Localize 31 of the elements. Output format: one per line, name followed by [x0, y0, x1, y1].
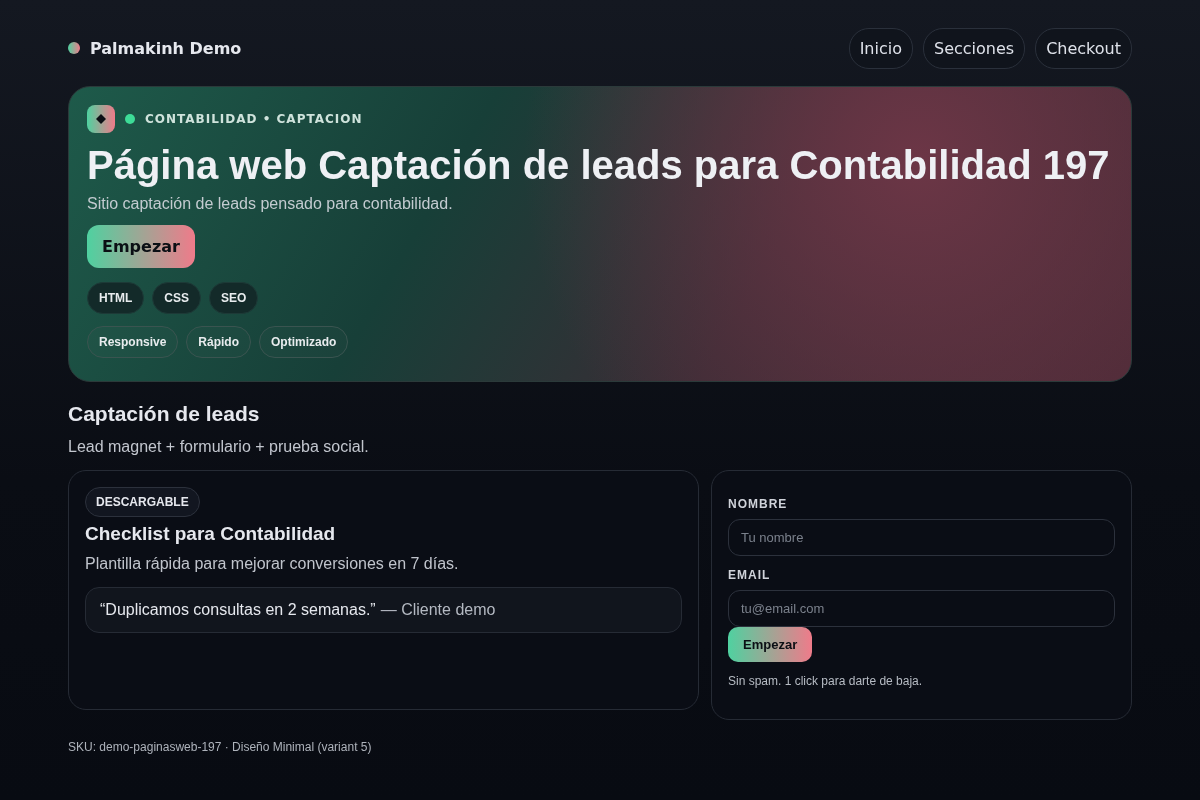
category-label: CONTABILIDAD • CAPTACION: [145, 112, 363, 126]
testimonial-author: — Cliente demo: [380, 601, 496, 619]
offer-description: Plantilla rápida para mejorar conversiones en 7 días.: [85, 555, 460, 573]
start-button[interactable]: Empezar: [87, 225, 195, 268]
feature-tag: Responsive: [87, 326, 179, 358]
tech-tag: CSS: [152, 282, 201, 314]
tech-tag: SEO: [209, 282, 259, 314]
nav-link[interactable]: Secciones: [923, 27, 1026, 69]
status-dot: [125, 114, 135, 124]
field-label: EMAIL: [728, 568, 771, 582]
offer-badge: DESCARGABLE: [85, 487, 200, 517]
input-field[interactable]: Tu nombre: [728, 519, 1115, 556]
section-title: Captación de leads: [68, 402, 261, 426]
hero-title: Página web Captación de leads para Contabilidad 197: [87, 142, 1111, 189]
field-label: NOMBRE: [728, 497, 788, 511]
offer-title: Checklist para Contabilidad: [85, 523, 337, 545]
testimonial-quote: “Duplicamos consultas en 2 semanas.”: [100, 601, 376, 619]
feature-tag: Optimizado: [259, 326, 349, 358]
input-field[interactable]: tu@email.com: [728, 590, 1115, 627]
feature-tag: Rápido: [186, 326, 252, 358]
submit-button[interactable]: Empezar: [728, 627, 813, 662]
logo-dot: [68, 42, 80, 54]
brand-name: Palmakinh Demo: [90, 38, 242, 58]
hero-subtitle: Sitio captación de leads pensado para contabilidad.: [87, 195, 454, 213]
section-subtitle: Lead magnet + formulario + prueba social.: [68, 438, 370, 456]
nav-link[interactable]: Checkout: [1035, 27, 1132, 69]
footer-text: SKU: demo-paginasweb-197 · Diseño Minimal (variant 5): [68, 740, 373, 754]
form-note: Sin spam. 1 click para darte de baja.: [728, 674, 923, 688]
diamond-icon: [87, 105, 115, 133]
tech-tag: HTML: [87, 282, 145, 314]
nav-link[interactable]: Inicio: [848, 27, 913, 69]
